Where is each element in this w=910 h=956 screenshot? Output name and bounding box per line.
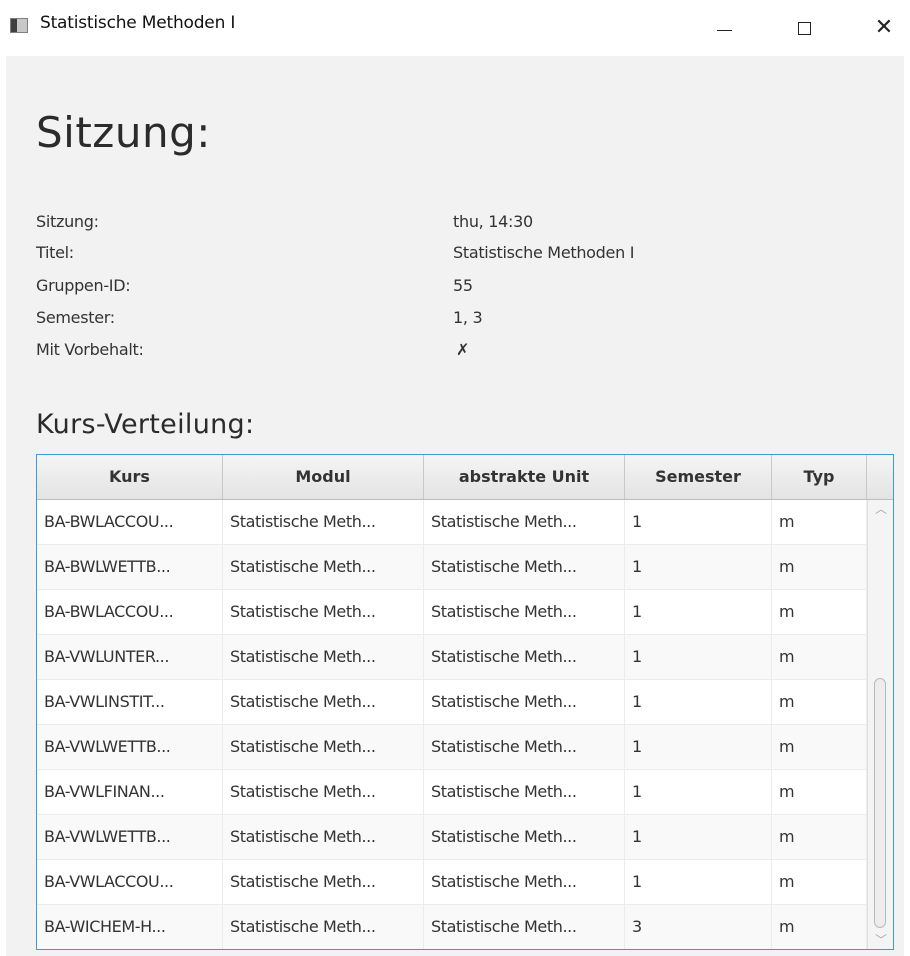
column-header-filler — [867, 455, 893, 499]
info-label-semester: Semester: — [36, 308, 115, 327]
cell-kurs: BA-VWLINSTIT... — [37, 680, 223, 724]
content-area: Sitzung: Sitzung: thu, 14:30 Titel: Stat… — [6, 56, 904, 956]
table-row[interactable]: BA-VWLINSTIT... Statistische Meth... Sta… — [37, 680, 867, 725]
cell-kurs: BA-VWLFINAN... — [37, 770, 223, 814]
cell-modul: Statistische Meth... — [223, 500, 424, 544]
cell-abstrakte-unit: Statistische Meth... — [424, 815, 625, 859]
table-row[interactable]: BA-VWLWETTB... Statistische Meth... Stat… — [37, 815, 867, 860]
info-label-titel: Titel: — [36, 243, 74, 262]
cell-modul: Statistische Meth... — [223, 635, 424, 679]
cell-semester: 1 — [625, 635, 772, 679]
cell-typ: m — [772, 545, 867, 589]
cell-abstrakte-unit: Statistische Meth... — [424, 860, 625, 904]
column-header-modul[interactable]: Modul — [223, 455, 424, 499]
cell-typ: m — [772, 905, 867, 949]
cell-typ: m — [772, 815, 867, 859]
cell-abstrakte-unit: Statistische Meth... — [424, 590, 625, 634]
vertical-scrollbar[interactable]: ︿ ﹀ — [867, 500, 893, 949]
title-bar[interactable]: Statistische Methoden I ✕ — [0, 0, 910, 56]
cell-typ: m — [772, 770, 867, 814]
cell-abstrakte-unit: Statistische Meth... — [424, 905, 625, 949]
cell-modul: Statistische Meth... — [223, 680, 424, 724]
table-row[interactable]: BA-VWLUNTER... Statistische Meth... Stat… — [37, 635, 867, 680]
cell-kurs: BA-BWLACCOU... — [37, 500, 223, 544]
cell-kurs: BA-BWLACCOU... — [37, 590, 223, 634]
window-title: Statistische Methoden I — [40, 13, 236, 33]
cell-semester: 1 — [625, 815, 772, 859]
close-icon: ✕ — [874, 15, 894, 40]
app-window-icon — [10, 18, 28, 33]
cell-modul: Statistische Meth... — [223, 815, 424, 859]
cell-semester: 1 — [625, 545, 772, 589]
cell-modul: Statistische Meth... — [223, 545, 424, 589]
info-value-gruppen-id: 55 — [453, 276, 473, 295]
cell-typ: m — [772, 680, 867, 724]
cell-modul: Statistische Meth... — [223, 860, 424, 904]
cell-modul: Statistische Meth... — [223, 590, 424, 634]
column-header-kurs[interactable]: Kurs — [37, 455, 223, 499]
chevron-down-icon[interactable]: ﹀ — [875, 934, 887, 946]
cell-kurs: BA-WICHEM-H... — [37, 905, 223, 949]
table-row[interactable]: BA-BWLACCOU... Statistische Meth... Stat… — [37, 590, 867, 635]
table-row[interactable]: BA-VWLACCOU... Statistische Meth... Stat… — [37, 860, 867, 905]
cell-abstrakte-unit: Statistische Meth... — [424, 500, 625, 544]
table-body: BA-BWLACCOU... Statistische Meth... Stat… — [37, 500, 867, 949]
cell-semester: 3 — [625, 905, 772, 949]
cell-semester: 1 — [625, 725, 772, 769]
cell-semester: 1 — [625, 590, 772, 634]
table-row[interactable]: BA-VWLWETTB... Statistische Meth... Stat… — [37, 725, 867, 770]
table-row[interactable]: BA-WICHEM-H... Statistische Meth... Stat… — [37, 905, 867, 949]
cell-kurs: BA-VWLACCOU... — [37, 860, 223, 904]
scrollbar-thumb[interactable] — [874, 678, 886, 928]
info-label-mit-vorbehalt: Mit Vorbehalt: — [36, 340, 144, 359]
cell-semester: 1 — [625, 680, 772, 724]
info-label-sitzung: Sitzung: — [36, 212, 99, 231]
cell-kurs: BA-BWLWETTB... — [37, 545, 223, 589]
cell-kurs: BA-VWLWETTB... — [37, 815, 223, 859]
table-row[interactable]: BA-BWLACCOU... Statistische Meth... Stat… — [37, 500, 867, 545]
info-value-sitzung: thu, 14:30 — [453, 212, 533, 231]
close-button[interactable]: ✕ — [852, 0, 910, 56]
table-row[interactable]: BA-BWLWETTB... Statistische Meth... Stat… — [37, 545, 867, 590]
column-header-abstrakte-unit[interactable]: abstrakte Unit — [424, 455, 625, 499]
cell-semester: 1 — [625, 770, 772, 814]
minimize-button[interactable] — [692, 0, 756, 56]
cell-typ: m — [772, 725, 867, 769]
cell-semester: 1 — [625, 500, 772, 544]
cell-modul: Statistische Meth... — [223, 725, 424, 769]
table-row[interactable]: BA-VWLFINAN... Statistische Meth... Stat… — [37, 770, 867, 815]
cell-modul: Statistische Meth... — [223, 905, 424, 949]
page-title: Sitzung: — [36, 108, 211, 157]
application-window: Statistische Methoden I ✕ Sitzung: Sitzu… — [0, 0, 910, 956]
cell-typ: m — [772, 500, 867, 544]
table-header: Kurs Modul abstrakte Unit Semester Typ — [37, 455, 893, 500]
info-value-titel: Statistische Methoden I — [453, 243, 635, 262]
cell-abstrakte-unit: Statistische Meth... — [424, 635, 625, 679]
cell-kurs: BA-VWLWETTB... — [37, 725, 223, 769]
column-header-typ[interactable]: Typ — [772, 455, 867, 499]
cell-kurs: BA-VWLUNTER... — [37, 635, 223, 679]
cell-abstrakte-unit: Statistische Meth... — [424, 725, 625, 769]
info-value-semester: 1, 3 — [453, 308, 483, 327]
cell-typ: m — [772, 860, 867, 904]
cell-abstrakte-unit: Statistische Meth... — [424, 770, 625, 814]
cell-abstrakte-unit: Statistische Meth... — [424, 680, 625, 724]
kurs-verteilung-table[interactable]: Kurs Modul abstrakte Unit Semester Typ B… — [36, 454, 894, 950]
info-label-gruppen-id: Gruppen-ID: — [36, 276, 131, 295]
cell-typ: m — [772, 590, 867, 634]
cell-semester: 1 — [625, 860, 772, 904]
maximize-button[interactable] — [772, 0, 836, 56]
cell-abstrakte-unit: Statistische Meth... — [424, 545, 625, 589]
section-title-kurs-verteilung: Kurs-Verteilung: — [36, 409, 255, 440]
maximize-icon — [797, 21, 811, 35]
cell-modul: Statistische Meth... — [223, 770, 424, 814]
column-header-semester[interactable]: Semester — [625, 455, 772, 499]
minimize-icon — [716, 29, 732, 31]
chevron-up-icon[interactable]: ︿ — [875, 503, 887, 515]
cell-typ: m — [772, 635, 867, 679]
info-value-mit-vorbehalt: ✗ — [456, 340, 470, 359]
